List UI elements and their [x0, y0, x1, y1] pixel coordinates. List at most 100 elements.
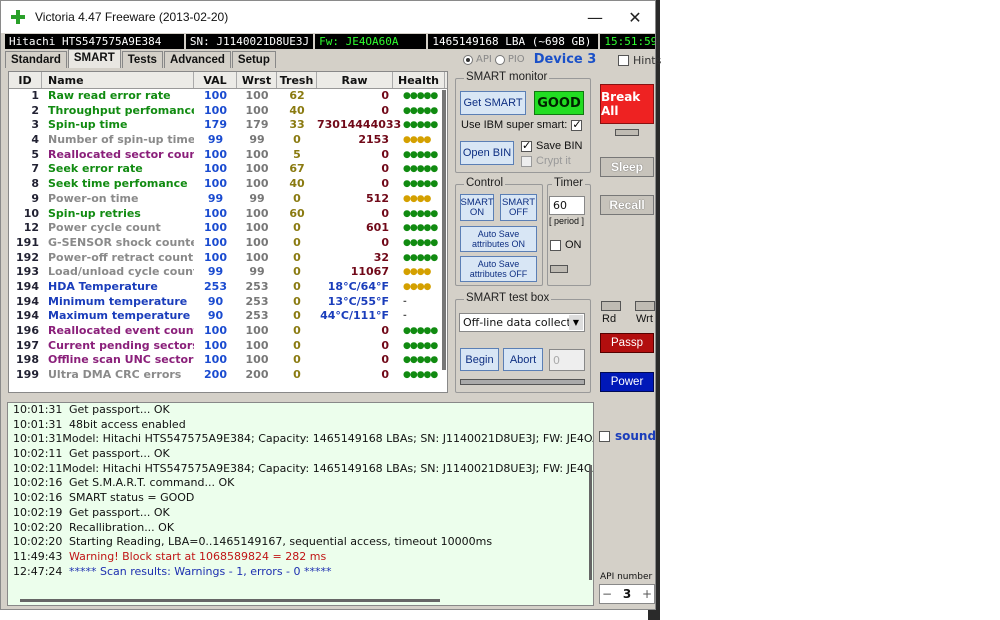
close-button[interactable]: ✕	[615, 1, 655, 33]
pio-radio[interactable]	[494, 54, 505, 65]
attr-name: Offline scan UNC sectors	[48, 353, 194, 367]
save-bin-checkbox[interactable]	[521, 139, 532, 152]
table-row[interactable]: 197 Current pending sectors 100 100 0 0 ●●●●●	[9, 339, 447, 354]
tab-standard[interactable]: Standard	[5, 51, 67, 68]
tab-setup[interactable]: Setup	[231, 51, 276, 68]
log-time: 12:47:24	[13, 564, 63, 578]
table-row[interactable]: 3 Spin-up time 179 179 33 73014444033 ●●●●●	[9, 118, 447, 133]
table-row[interactable]: 10 Spin-up retries 100 100 60 0 ●●●●●	[9, 207, 447, 222]
get-smart-button[interactable]: Get SMART	[460, 91, 526, 115]
log-time: 10:02:19	[13, 505, 63, 519]
table-row[interactable]: 1 Raw read error rate 100 100 62 0 ●●●●●	[9, 89, 447, 104]
attr-health: ●●●●●	[403, 223, 438, 234]
begin-button[interactable]: Begin	[460, 348, 499, 371]
open-bin-button[interactable]: Open BIN	[460, 141, 514, 165]
timer-indicator	[550, 265, 568, 273]
attr-worst: 100	[245, 250, 269, 264]
table-row[interactable]: 4 Number of spin-up times 99 99 0 2153 ●●●●	[9, 133, 447, 148]
attr-id: 1	[31, 89, 39, 102]
spin-plus-button[interactable]: +	[640, 587, 654, 601]
passp-button[interactable]: Passp	[600, 333, 654, 353]
attr-id: 192	[16, 250, 39, 264]
table-row[interactable]: 191 G-SENSOR shock counter 100 100 0 0 ●●●●●	[9, 236, 447, 251]
table-row[interactable]: 192 Power-off retract count 100 100 0 32 ●●●●●	[9, 251, 447, 266]
attr-raw: 44°C/111°F	[320, 309, 389, 323]
table-row[interactable]: 9 Power-on time 99 99 0 512 ●●●●	[9, 192, 447, 207]
log-vertical-scrollbar[interactable]	[589, 465, 592, 580]
test-type-select[interactable]: Off-line data collect ▼	[459, 313, 585, 332]
attr-val: 99	[207, 191, 224, 205]
break-all-button[interactable]: Break All	[600, 84, 654, 124]
ibm-super-smart-checkbox[interactable]	[571, 118, 583, 131]
api-radio[interactable]	[463, 54, 473, 65]
tab-smart[interactable]: SMART	[67, 49, 121, 68]
power-button[interactable]: Power	[600, 372, 654, 392]
attr-threshold: 0	[293, 353, 301, 367]
table-row[interactable]: 199 Ultra DMA CRC errors 200 200 0 0 ●●●●●	[9, 368, 447, 383]
recall-button[interactable]: Recall	[600, 195, 654, 215]
tab-tests[interactable]: Tests	[121, 51, 163, 68]
table-row[interactable]: 196 Reallocated event count 100 100 0 0 ●●●●●	[9, 324, 447, 339]
table-row[interactable]: 194 HDA Temperature 253 253 0 18°C/64°F ●●●●	[9, 280, 447, 295]
hints-checkbox[interactable]	[618, 55, 629, 66]
header-val[interactable]: VAL	[194, 72, 237, 88]
timer-period-input[interactable]: 60	[549, 196, 585, 215]
header-wrst[interactable]: Wrst	[237, 72, 277, 88]
header-health[interactable]: Health	[393, 72, 445, 88]
attr-health: ●●●●●	[403, 326, 438, 336]
smart-on-button[interactable]: SMART ON	[460, 194, 494, 221]
attr-name: Power-off retract count	[48, 250, 194, 264]
minimize-button[interactable]: —	[575, 1, 615, 33]
save-bin-row: Save BIN	[521, 139, 582, 152]
table-row[interactable]: 5 Reallocated sector count 100 100 5 0 ●●●●●	[9, 148, 447, 163]
header-name[interactable]: Name	[42, 72, 194, 88]
abort-button[interactable]: Abort	[503, 348, 543, 371]
sound-checkbox[interactable]	[599, 430, 610, 442]
attr-health: ●●●●●	[403, 355, 438, 366]
sound-toggle[interactable]: sound	[599, 429, 656, 443]
autosave-on-button[interactable]: Auto Save attributes ON	[460, 226, 537, 252]
smart-off-button[interactable]: SMART OFF	[500, 194, 537, 221]
hints-toggle[interactable]: Hints	[618, 54, 661, 67]
log-horizontal-scrollbar[interactable]	[20, 599, 440, 602]
attr-val: 100	[204, 177, 227, 191]
chevron-down-icon[interactable]: ▼	[569, 315, 583, 330]
sleep-button[interactable]: Sleep	[600, 157, 654, 177]
table-row[interactable]: 2 Throughput perfomance 100 100 40 0 ●●●●●	[9, 104, 447, 119]
attr-threshold: 0	[293, 221, 301, 235]
spin-minus-button[interactable]: −	[600, 587, 614, 601]
table-scrollbar[interactable]	[442, 90, 446, 370]
table-row[interactable]: 198 Offline scan UNC sectors 100 100 0 0 ●●●●●	[9, 353, 447, 368]
attr-health: ●●●●	[403, 135, 431, 146]
table-row[interactable]: 7 Seek error rate 100 100 67 0 ●●●●●	[9, 162, 447, 177]
attr-worst: 100	[245, 147, 269, 161]
attr-name: HDA Temperature	[48, 279, 158, 293]
crypt-it-checkbox[interactable]	[521, 155, 532, 167]
table-row[interactable]: 12 Power cycle count 100 100 0 601 ●●●●●	[9, 221, 447, 236]
attr-val: 100	[204, 103, 227, 117]
attr-raw: 0	[381, 103, 389, 117]
autosave-off-button[interactable]: Auto Save attributes OFF	[460, 256, 537, 282]
attr-id: 198	[16, 353, 39, 367]
attr-threshold: 0	[293, 294, 301, 308]
attr-val: 100	[204, 353, 227, 367]
timer-on-checkbox[interactable]	[550, 239, 561, 251]
log-line: 10:02:20 Starting Reading, LBA=0..1465149…	[8, 535, 593, 550]
table-row[interactable]: 8 Seek time perfomance 100 100 40 0 ●●●●●	[9, 177, 447, 192]
log-message: Warning! Block start at 1068589824 = 282…	[69, 549, 327, 563]
header-id[interactable]: ID	[9, 72, 42, 88]
api-number-spinner[interactable]: − 3 +	[599, 584, 655, 604]
attr-id: 194	[16, 279, 39, 293]
tab-advanced[interactable]: Advanced	[163, 51, 231, 68]
table-row[interactable]: 194 Minimum temperature 90 253 0 13°C/55°F -	[9, 295, 447, 310]
attr-threshold: 0	[293, 133, 301, 147]
header-tresh[interactable]: Tresh	[277, 72, 317, 88]
log-line: 10:01:31 Get passport... OK	[8, 403, 593, 418]
attr-health: ●●●●●	[403, 208, 438, 219]
table-row[interactable]: 193 Load/unload cycle count 99 99 0 11067 ●●●●	[9, 265, 447, 280]
table-row[interactable]: 194 Maximum temperature 90 253 0 44°C/111°F -	[9, 309, 447, 324]
attr-worst: 100	[245, 206, 269, 220]
log-message: ***** Scan results: Warnings - 1, errors…	[69, 564, 332, 578]
header-raw[interactable]: Raw	[317, 72, 393, 88]
test-progress-input[interactable]: 0	[549, 349, 585, 371]
